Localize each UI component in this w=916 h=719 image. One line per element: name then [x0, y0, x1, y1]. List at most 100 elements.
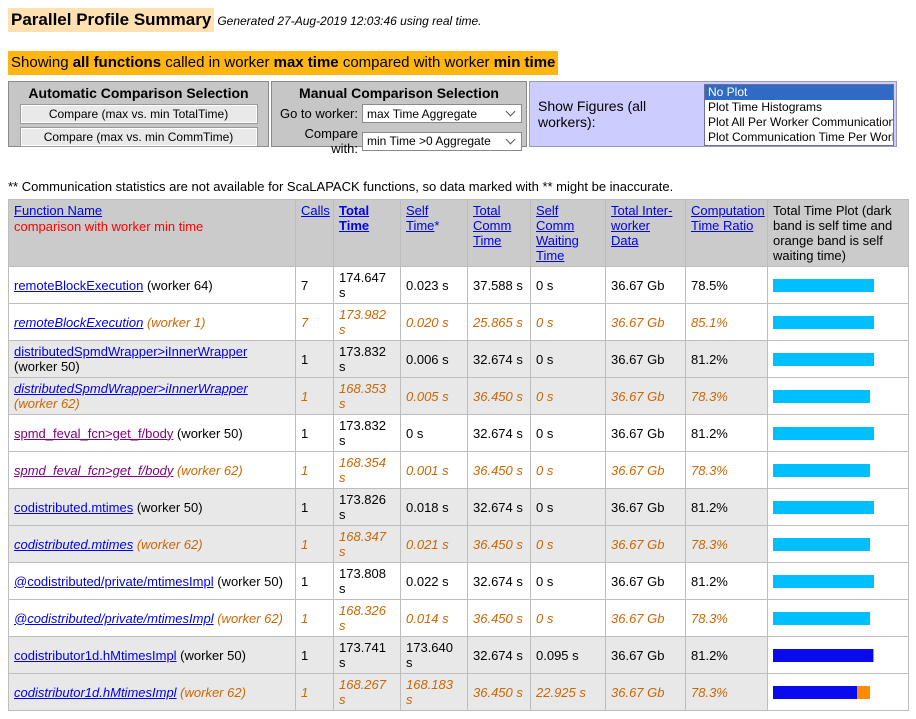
cell-self-comm-waiting: 0 s [531, 526, 606, 563]
cell-total-time: 173.832 s [334, 415, 401, 452]
page-title: Parallel Profile Summary [8, 8, 214, 32]
cell-total-time-plot [768, 674, 909, 711]
compare-commtime-button[interactable]: Compare (max vs. min CommTime) [20, 127, 258, 147]
figures-option[interactable]: Plot Communication Time Per Worker [705, 130, 893, 145]
compare-with-row: Compare with: min Time >0 Aggregate [276, 126, 522, 156]
cell-total-time: 168.267 s [334, 674, 401, 711]
cell-computation-ratio: 81.2% [686, 489, 768, 526]
cell-calls: 7 [296, 267, 334, 304]
showing-banner-text: Showing all functions called in worker m… [8, 51, 558, 75]
control-bar: Automatic Comparison Selection Compare (… [8, 81, 908, 147]
cell-total-time-plot [768, 563, 909, 600]
cell-total-time-plot [768, 415, 909, 452]
cell-self-time: 0.023 s [401, 267, 468, 304]
calls-sort-link[interactable]: Calls [301, 203, 330, 218]
cell-total-time: 174.647 s [334, 267, 401, 304]
cell-calls: 1 [296, 637, 334, 674]
cell-calls: 1 [296, 341, 334, 378]
cell-function-name: @codistributed/private/mtimesImpl (worke… [9, 563, 296, 600]
self-time-sort-link[interactable]: Self Time [406, 203, 434, 233]
function-link[interactable]: remoteBlockExecution [14, 278, 143, 293]
figures-option[interactable]: Plot All Per Worker Communication [705, 115, 893, 130]
function-link[interactable]: codistributed.mtimes [14, 537, 133, 552]
cell-self-time: 0.006 s [401, 341, 468, 378]
function-link[interactable]: spmd_feval_fcn>get_f/body [14, 426, 173, 441]
table-row: distributedSpmdWrapper>iInnerWrapper (wo… [9, 378, 909, 415]
cell-computation-ratio: 78.3% [686, 452, 768, 489]
cell-self-time: 0.020 s [401, 304, 468, 341]
table-row: remoteBlockExecution (worker 1)7173.982 … [9, 304, 909, 341]
cell-total-comm-time: 37.588 s [468, 267, 531, 304]
cell-computation-ratio: 78.3% [686, 526, 768, 563]
function-link[interactable]: codistributor1d.hMtimesImpl [14, 648, 177, 663]
cell-function-name: codistributed.mtimes (worker 62) [9, 526, 296, 563]
figures-option[interactable]: Plot Time Histograms [705, 100, 893, 115]
self-comm-waiting-sort-link[interactable]: Self Comm Waiting Time [536, 203, 579, 263]
function-link[interactable]: remoteBlockExecution [14, 315, 143, 330]
worker-label: (worker 50) [133, 500, 202, 515]
total-comm-sort-link[interactable]: Total Comm Time [473, 203, 511, 248]
cell-interworker-data: 36.67 Gb [606, 526, 686, 563]
cell-function-name: codistributor1d.hMtimesImpl (worker 50) [9, 637, 296, 674]
compare-totaltime-button[interactable]: Compare (max vs. min TotalTime) [20, 104, 258, 124]
manual-panel-title: Manual Comparison Selection [276, 85, 522, 101]
cell-total-comm-time: 32.674 s [468, 563, 531, 600]
cell-computation-ratio: 78.3% [686, 600, 768, 637]
function-link[interactable]: distributedSpmdWrapper>iInnerWrapper [14, 381, 248, 396]
cell-interworker-data: 36.67 Gb [606, 452, 686, 489]
table-row: remoteBlockExecution (worker 64)7174.647… [9, 267, 909, 304]
banner-segment: max time [274, 54, 339, 71]
show-figures-listbox[interactable]: No PlotPlot Time HistogramsPlot All Per … [704, 84, 894, 146]
column-header-total-time: Total Time [334, 200, 401, 267]
function-link[interactable]: distributedSpmdWrapper>iInnerWrapper [14, 344, 247, 359]
go-to-worker-select[interactable]: max Time Aggregate [362, 104, 522, 123]
table-row: codistributed.mtimes (worker 50)1173.826… [9, 489, 909, 526]
cell-total-time-plot [768, 267, 909, 304]
cell-self-comm-waiting: 0 s [531, 563, 606, 600]
figures-option[interactable]: No Plot [705, 85, 893, 100]
cell-computation-ratio: 81.2% [686, 563, 768, 600]
cell-self-time: 0.001 s [401, 452, 468, 489]
cell-function-name: codistributed.mtimes (worker 50) [9, 489, 296, 526]
function-link[interactable]: @codistributed/private/mtimesImpl [14, 611, 214, 626]
function-link[interactable]: @codistributed/private/mtimesImpl [14, 574, 214, 589]
compare-with-label: Compare with: [276, 126, 362, 156]
cell-interworker-data: 36.67 Gb [606, 563, 686, 600]
cell-total-time: 168.347 s [334, 526, 401, 563]
interworker-data-sort-link[interactable]: Total Inter-worker Data [611, 203, 672, 248]
table-row: codistributor1d.hMtimesImpl (worker 50)1… [9, 637, 909, 674]
table-row: @codistributed/private/mtimesImpl (worke… [9, 563, 909, 600]
total-time-bar [773, 501, 874, 514]
cell-self-time: 0 s [401, 415, 468, 452]
cell-calls: 1 [296, 563, 334, 600]
cell-function-name: remoteBlockExecution (worker 1) [9, 304, 296, 341]
cell-total-time: 173.982 s [334, 304, 401, 341]
table-row: distributedSpmdWrapper>iInnerWrapper (wo… [9, 341, 909, 378]
cell-total-comm-time: 25.865 s [468, 304, 531, 341]
cell-function-name: remoteBlockExecution (worker 64) [9, 267, 296, 304]
total-time-sort-link[interactable]: Total Time [339, 203, 369, 233]
cell-self-time: 0.014 s [401, 600, 468, 637]
cell-computation-ratio: 78.3% [686, 378, 768, 415]
computation-ratio-sort-link[interactable]: Computation Time Ratio [691, 203, 765, 233]
cell-total-time-plot [768, 600, 909, 637]
banner-segment: Showing [11, 54, 73, 71]
compare-with-select[interactable]: min Time >0 Aggregate [362, 132, 522, 151]
worker-label: (worker 50) [173, 426, 242, 441]
header-row: Function Name comparison with worker min… [9, 200, 909, 267]
cell-total-time-plot [768, 378, 909, 415]
function-link[interactable]: spmd_feval_fcn>get_f/body [14, 463, 173, 478]
cell-total-time-plot [768, 452, 909, 489]
total-time-bar [773, 390, 870, 403]
function-name-sort-link[interactable]: Function Name [14, 203, 102, 218]
cell-total-comm-time: 36.450 s [468, 526, 531, 563]
cell-calls: 1 [296, 489, 334, 526]
function-link[interactable]: codistributor1d.hMtimesImpl [14, 685, 177, 700]
cell-self-time: 0.018 s [401, 489, 468, 526]
cell-total-comm-time: 32.674 s [468, 415, 531, 452]
worker-label: (worker 62) [214, 611, 283, 626]
page: Parallel Profile SummaryGenerated 27-Aug… [0, 0, 916, 719]
cell-total-time: 173.826 s [334, 489, 401, 526]
function-link[interactable]: codistributed.mtimes [14, 500, 133, 515]
cell-self-time: 0.022 s [401, 563, 468, 600]
